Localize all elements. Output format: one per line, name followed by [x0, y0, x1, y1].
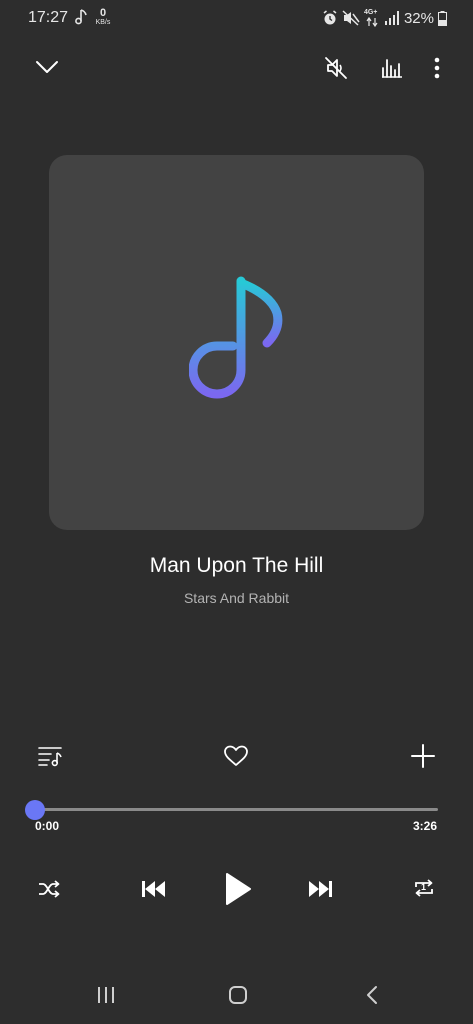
repeat-button[interactable]: 1	[408, 872, 440, 904]
seek-bar-thumb[interactable]	[25, 800, 45, 820]
shuffle-icon	[39, 880, 60, 898]
repeat-one-badge: 1	[421, 882, 427, 892]
alarm-icon	[323, 10, 337, 25]
mute-status-icon	[342, 10, 360, 26]
status-bar: 17:27 0 KB/s 4G+ 32%	[0, 0, 473, 36]
back-icon	[367, 986, 377, 1004]
playlist-icon	[38, 747, 62, 767]
back-button[interactable]	[356, 980, 388, 1010]
shuffle-button[interactable]	[34, 874, 64, 904]
music-note-icon	[189, 276, 283, 399]
data-arrows-icon	[366, 17, 378, 27]
more-options-button[interactable]	[424, 52, 450, 84]
network-type: 4G+	[363, 9, 378, 16]
mute-button[interactable]	[320, 52, 352, 84]
previous-button[interactable]	[136, 872, 170, 906]
play-button[interactable]	[218, 866, 258, 912]
battery-percent: 32%	[403, 9, 434, 27]
battery-icon	[438, 10, 447, 26]
network-speed-unit: KB/s	[95, 19, 111, 26]
play-icon	[226, 873, 251, 905]
status-time: 17:27	[28, 9, 69, 26]
heart-icon	[224, 745, 248, 766]
recent-apps-icon	[98, 987, 114, 1003]
equalizer-icon	[382, 59, 402, 78]
skip-previous-icon	[142, 881, 165, 897]
seek-bar-track[interactable]	[35, 808, 438, 811]
speaker-muted-icon	[325, 57, 347, 79]
song-artist[interactable]: Stars And Rabbit	[0, 590, 473, 606]
system-nav-bar	[0, 970, 473, 1024]
total-time: 3:26	[412, 819, 437, 833]
repeat-one-icon: 1	[412, 877, 436, 899]
queue-button[interactable]	[34, 740, 66, 772]
song-title: Man Upon The Hill	[149, 554, 324, 577]
music-note-status-icon	[75, 9, 87, 25]
equalizer-button[interactable]	[376, 52, 408, 84]
next-button[interactable]	[304, 872, 338, 906]
status-icons: 4G+ 32%	[322, 8, 447, 28]
add-to-playlist-button[interactable]	[406, 740, 440, 772]
collapse-button[interactable]	[30, 52, 64, 82]
skip-next-icon	[309, 881, 332, 897]
recent-apps-button[interactable]	[90, 980, 122, 1010]
home-icon	[229, 986, 247, 1004]
current-time: 0:00	[35, 819, 60, 833]
favorite-button[interactable]	[220, 740, 252, 772]
mobile-data-icon: 4G+	[364, 9, 380, 27]
home-button[interactable]	[222, 980, 254, 1010]
chevron-down-icon	[36, 61, 58, 73]
album-art	[49, 155, 424, 530]
more-vertical-icon	[434, 57, 440, 79]
network-speed: 0 KB/s	[93, 7, 113, 27]
plus-icon	[411, 744, 435, 768]
signal-icon	[384, 11, 399, 25]
network-speed-value: 0	[99, 7, 107, 19]
